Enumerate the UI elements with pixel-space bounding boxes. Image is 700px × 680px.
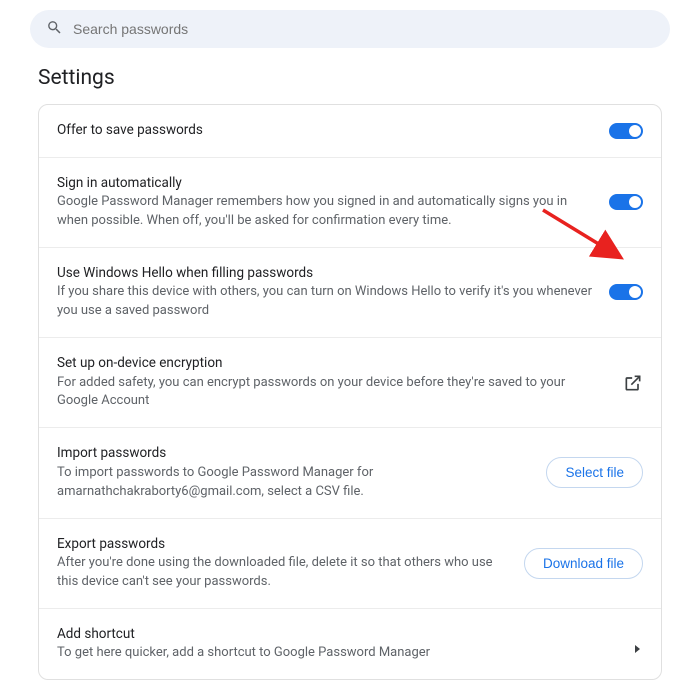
encryption-desc: For added safety, you can encrypt passwo… [57,374,609,412]
shortcut-desc: To get here quicker, add a shortcut to G… [57,644,619,663]
row-import: Import passwords To import passwords to … [39,428,661,518]
encryption-title: Set up on-device encryption [57,354,609,374]
row-windows-hello: Use Windows Hello when filling passwords… [39,248,661,338]
export-desc: After you're done using the downloaded f… [57,554,510,592]
import-title: Import passwords [57,444,532,464]
row-export: Export passwords After you're done using… [39,519,661,609]
windows-hello-toggle[interactable] [609,284,643,300]
auto-signin-desc: Google Password Manager remembers how yo… [57,193,595,231]
shortcut-title: Add shortcut [57,625,619,645]
settings-card: Offer to save passwords Sign in automati… [38,104,662,680]
chevron-right-icon [633,639,643,649]
search-bar[interactable] [30,10,670,48]
download-file-button[interactable]: Download file [524,548,643,579]
search-input[interactable] [73,21,654,37]
row-shortcut[interactable]: Add shortcut To get here quicker, add a … [39,609,661,679]
offer-save-title: Offer to save passwords [57,121,595,141]
windows-hello-desc: If you share this device with others, yo… [57,283,595,321]
export-title: Export passwords [57,535,510,555]
auto-signin-toggle[interactable] [609,194,643,210]
page-title: Settings [38,66,700,90]
import-desc: To import passwords to Google Password M… [57,464,532,502]
external-link-icon[interactable] [623,373,643,393]
select-file-button[interactable]: Select file [546,457,643,488]
search-icon [46,19,63,40]
row-encryption[interactable]: Set up on-device encryption For added sa… [39,338,661,428]
row-offer-save: Offer to save passwords [39,105,661,158]
auto-signin-title: Sign in automatically [57,174,595,194]
windows-hello-title: Use Windows Hello when filling passwords [57,264,595,284]
row-auto-signin: Sign in automatically Google Password Ma… [39,158,661,248]
offer-save-toggle[interactable] [609,123,643,139]
